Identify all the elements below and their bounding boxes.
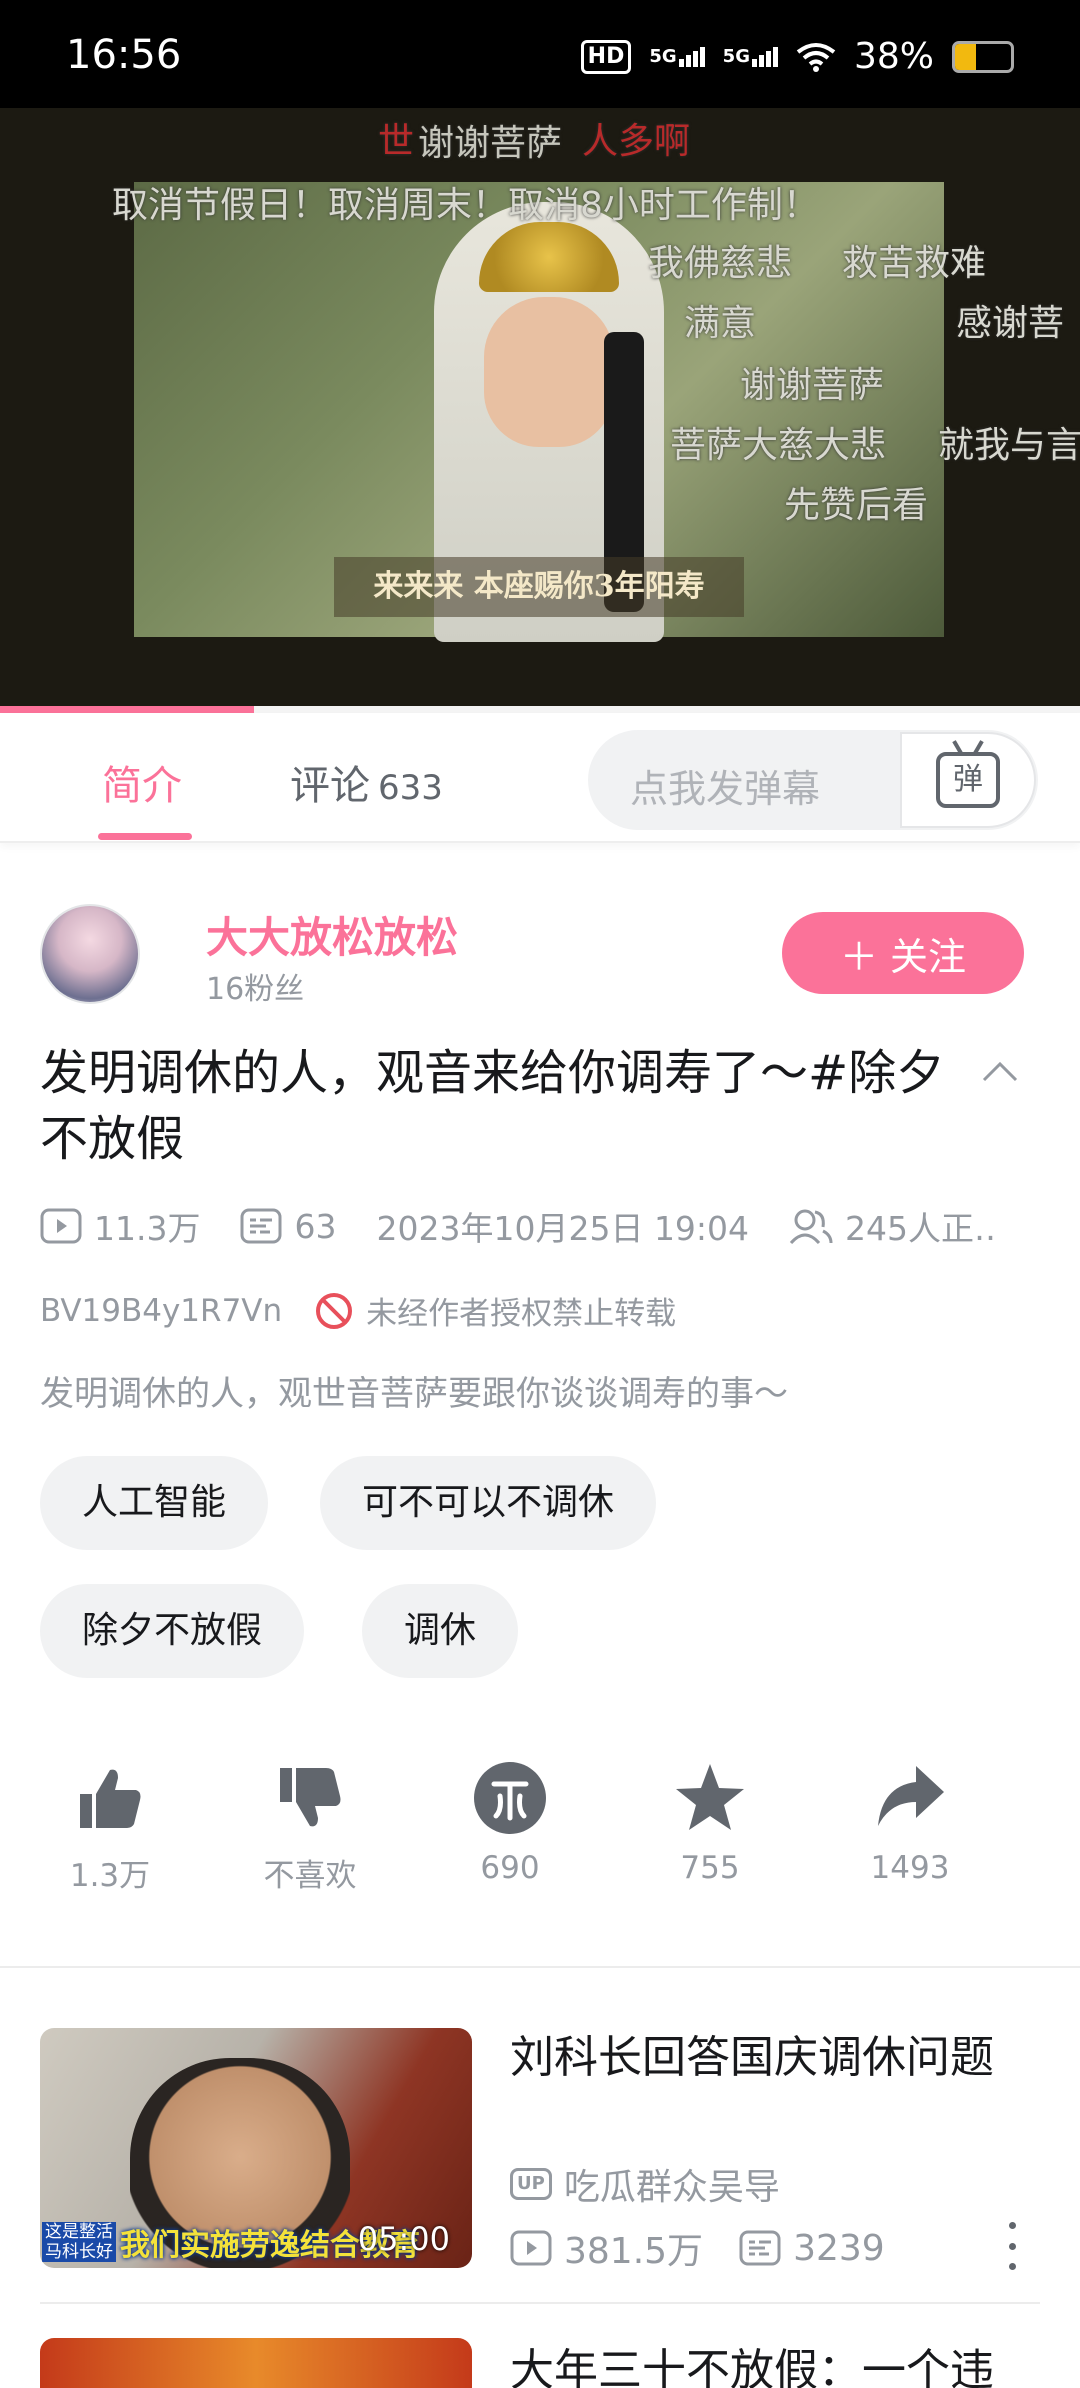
- danmaku-count: 63: [240, 1207, 336, 1246]
- recommended-uploader: UP 吃瓜群众吴导: [510, 2158, 780, 2210]
- recommended-thumbnail[interactable]: [40, 2338, 472, 2388]
- danmaku-item: 救苦救难: [842, 243, 987, 284]
- video-description: 发明调休的人，观世音菩萨要跟你谈谈调寿的事～: [40, 1374, 788, 1414]
- video-frame: 来来来 本座赐你3年阳寿: [134, 182, 944, 642]
- recommended-video[interactable]: 这是整活 马科长好 我们实施劳逸结合教育 05:00 刘科长回答国庆调休问题 U…: [40, 2028, 1040, 2278]
- view-count: 11.3万: [40, 1202, 200, 1250]
- signal-icon: 5G: [723, 46, 778, 67]
- signal-icon: 5G: [649, 46, 705, 67]
- danmaku-item: 谢谢菩萨: [740, 365, 885, 406]
- video-stats: 11.3万 63 2023年10月25日 19:04 245人正‥: [40, 1202, 1036, 1250]
- no-repost-icon: [316, 1292, 353, 1329]
- recommended-thumbnail[interactable]: 这是整活 马科长好 我们实施劳逸结合教育 05:00: [40, 2028, 472, 2268]
- comments-count: 633: [378, 768, 443, 808]
- recommended-meta: 381.5万 3239: [510, 2222, 921, 2274]
- danmaku-toggle-button[interactable]: 弹: [900, 732, 1036, 828]
- danmaku-item: 取消节假日！取消周末！取消8小时工作制！: [112, 185, 819, 226]
- publish-datetime: 2023年10月25日 19:04: [376, 1209, 750, 1248]
- danmaku-input-placeholder: 点我发弹幕: [630, 767, 821, 811]
- coin-icon: [474, 1762, 546, 1834]
- watching-count: 245人正‥: [789, 1202, 996, 1250]
- like-button[interactable]: 1.3万: [40, 1760, 180, 1895]
- copyright-notice: 未经作者授权禁止转载: [366, 1296, 677, 1332]
- play-count-icon: [510, 2230, 552, 2266]
- star-icon: [676, 1764, 744, 1830]
- battery-percent: 38%: [853, 36, 934, 77]
- more-options-icon[interactable]: [1002, 2222, 1022, 2270]
- danmaku-item: 世: [378, 121, 415, 162]
- bv-row: BV19B4y1R7Vn 未经作者授权禁止转载: [40, 1288, 676, 1333]
- danmaku-input[interactable]: 点我发弹幕 弹: [588, 730, 1038, 830]
- status-time: 16:56: [66, 32, 182, 78]
- hd-icon: HD: [580, 39, 632, 74]
- danmaku-count-icon: [739, 2230, 781, 2266]
- thumbs-up-icon: [80, 1769, 141, 1828]
- danmaku-count-icon: [240, 1208, 282, 1244]
- danmaku-item: 先赞后看: [784, 485, 929, 526]
- wifi-icon: [796, 42, 836, 72]
- tab-active-indicator: [98, 833, 192, 840]
- uploader-avatar[interactable]: [40, 904, 140, 1004]
- thumbs-down-icon: [280, 1768, 341, 1827]
- danmaku-item: 我佛慈悲: [648, 243, 793, 284]
- tab-comments[interactable]: 评论 633: [290, 753, 443, 811]
- dislike-button[interactable]: 不喜欢: [240, 1760, 380, 1895]
- follow-button[interactable]: ＋ 关注: [782, 912, 1024, 994]
- video-duration: 05:00: [357, 2220, 450, 2258]
- danmaku-item: 就我与言: [938, 425, 1080, 466]
- tag-chip[interactable]: 人工智能: [40, 1456, 269, 1550]
- video-player[interactable]: 来来来 本座赐你3年阳寿 世 谢谢菩萨 人多啊 取消节假日！取消周末！取消8小时…: [0, 108, 1080, 713]
- status-bar: 16:56 HD 5G 5G 38%: [0, 0, 1080, 108]
- up-badge-icon: UP: [510, 2168, 552, 2200]
- tag-chip[interactable]: 可不可以不调休: [320, 1456, 657, 1550]
- section-divider: [0, 1966, 1080, 1968]
- video-subtitle: 来来来 本座赐你3年阳寿: [334, 557, 744, 617]
- danmaku-item: 菩萨大慈大悲: [670, 425, 887, 466]
- status-icons: HD 5G 5G 38%: [580, 36, 1014, 77]
- recommended-danmaku: 3239: [739, 2228, 885, 2269]
- video-progress-bar[interactable]: [0, 706, 1080, 713]
- uploader-name[interactable]: 大大放松放松: [206, 904, 458, 965]
- danmaku-tv-icon: 弹: [936, 752, 1000, 808]
- thumbnail-caption-small: 这是整活 马科长好: [42, 2222, 116, 2262]
- coin-button[interactable]: 690: [440, 1760, 580, 1886]
- people-icon: [789, 1209, 833, 1245]
- share-icon: [878, 1766, 944, 1826]
- bvid: BV19B4y1R7Vn: [40, 1292, 283, 1329]
- list-divider: [40, 2302, 1040, 2304]
- tag-chip[interactable]: 除夕不放假: [40, 1584, 305, 1678]
- video-title: 发明调休的人，观音来给你调寿了～#除夕不放假: [40, 1045, 945, 1167]
- play-count-icon: [40, 1208, 82, 1244]
- uploader-fans: 16粉丝: [206, 972, 305, 1007]
- danmaku-item: 人多啊: [582, 121, 691, 162]
- action-bar: 1.3万 不喜欢 690 755 1493: [40, 1760, 1040, 1920]
- recommended-views: 381.5万: [510, 2222, 703, 2274]
- danmaku-item: 满意: [684, 303, 757, 344]
- video-figure-face: [484, 297, 614, 447]
- danmaku-item: 感谢菩: [956, 303, 1065, 344]
- danmaku-item: 谢谢菩萨: [418, 123, 563, 164]
- recommended-title[interactable]: 大年三十不放假：一个违: [510, 2334, 994, 2388]
- chevron-up-icon[interactable]: [980, 1052, 1020, 1092]
- battery-icon: [952, 40, 1014, 73]
- recommended-title[interactable]: 刘科长回答国庆调休问题: [510, 2028, 1070, 2088]
- favorite-button[interactable]: 755: [640, 1760, 780, 1886]
- battery-level: [955, 43, 977, 70]
- tab-intro[interactable]: 简介: [102, 753, 182, 811]
- share-button[interactable]: 1493: [840, 1760, 980, 1886]
- video-progress-fill: [0, 706, 254, 713]
- tag-chip[interactable]: 调休: [362, 1584, 519, 1678]
